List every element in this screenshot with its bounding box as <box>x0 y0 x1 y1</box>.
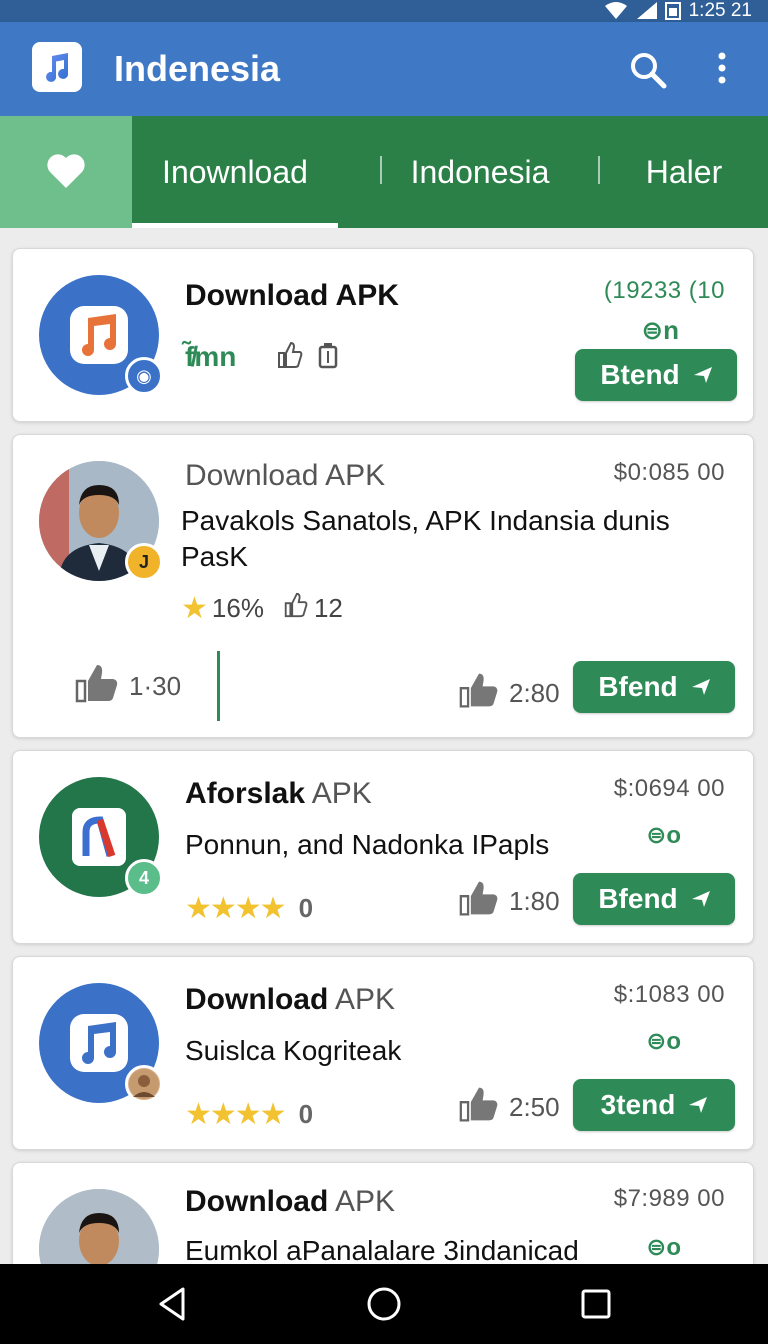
item-title: Download APK <box>185 459 386 492</box>
avatar-badge <box>125 1065 163 1103</box>
item-price: $7:989 00 <box>613 1185 725 1212</box>
item-description: Ponnun, and Nadonka IPapls <box>185 829 550 860</box>
tab-download[interactable]: Inownload <box>132 116 338 228</box>
tab-haler[interactable]: Haler <box>600 116 768 228</box>
app-title: Indenesia <box>114 48 281 89</box>
list-item[interactable]: 4 Aforslak APK $:0694 00 Ponnun, and Nad… <box>12 750 754 944</box>
trash-icon <box>317 341 339 374</box>
star-icon: ★ <box>181 592 208 625</box>
item-price: (19233 (10 <box>603 277 725 304</box>
rating-row: ★ 16% 12 <box>181 591 343 626</box>
divider <box>217 651 220 721</box>
music-note-icon[interactable] <box>32 42 82 92</box>
tab-favorites[interactable] <box>0 116 132 228</box>
avatar: J <box>39 461 163 581</box>
send-icon <box>689 1097 708 1113</box>
item-description: Eumkol aPanalalare 3indanicad <box>185 1235 579 1264</box>
rating-row: ★★★★ 0 <box>185 891 313 926</box>
send-button[interactable]: Btend <box>575 349 737 401</box>
thumbs-up-icon <box>459 879 499 924</box>
item-title: Download APK <box>185 279 399 312</box>
app-icon: ◉ <box>39 275 163 395</box>
like-stat[interactable]: 1·30 <box>75 663 181 710</box>
rating-value: 16% <box>211 593 264 623</box>
home-icon[interactable] <box>364 1284 404 1324</box>
send-icon <box>691 679 710 695</box>
star-rating: ★★★★ <box>185 1098 287 1131</box>
wifi-icon <box>604 2 627 20</box>
list-item[interactable]: Download APK $:1083 00 Suislca Kogriteak… <box>12 956 754 1150</box>
send-icon <box>691 891 710 907</box>
cart-icon: ⊜n <box>641 315 679 345</box>
item-icon-row: f̸̃mn <box>185 341 237 372</box>
send-button[interactable]: 3tend <box>573 1079 735 1131</box>
rating-count: 0 <box>298 893 314 923</box>
cart-icon: ⊜o <box>646 1028 681 1055</box>
status-bar: 1:25 21 <box>0 0 768 22</box>
avatar-badge: ◉ <box>125 357 163 395</box>
thumbs-up-icon <box>459 671 499 716</box>
like-stat[interactable]: 1:80 <box>459 879 560 924</box>
avatar-badge: J <box>125 543 163 581</box>
tab-bar: Inownload Indonesia Haler <box>0 116 768 228</box>
item-price: $:1083 00 <box>613 981 725 1008</box>
item-title: Download APK <box>185 1185 396 1218</box>
app-list: ◉ Download APK (19233 (10 f̸̃mn ⊜n Btend <box>0 228 768 1264</box>
search-icon[interactable] <box>628 50 668 90</box>
item-price: $0:085 00 <box>613 459 725 486</box>
item-title: Download APK <box>185 983 396 1016</box>
recents-icon[interactable] <box>576 1284 616 1324</box>
item-description: Pavakols Sanatols, APK Indansia dunis Pa… <box>181 505 670 572</box>
thumbs-up-icon <box>75 663 119 710</box>
status-time: 1:25 21 <box>688 0 752 21</box>
app-bar: Indenesia <box>0 22 768 116</box>
battery-icon <box>664 2 681 20</box>
signal-icon <box>635 2 657 20</box>
tab-indonesia[interactable]: Indonesia <box>382 116 578 228</box>
rating-count: 0 <box>298 1099 314 1129</box>
system-nav-bar <box>0 1264 768 1344</box>
heart-icon <box>44 148 88 197</box>
avatar-badge: 4 <box>125 859 163 897</box>
item-description: Suislca Kogriteak <box>185 1035 402 1066</box>
thumbs-up-icon <box>275 341 303 374</box>
list-item[interactable]: J Download APK $0:085 00 Pavakols Sanato… <box>12 434 754 738</box>
item-title: Aforslak APK <box>185 777 372 810</box>
cart-icon: ⊜o <box>646 1234 681 1261</box>
thumbs-up-icon <box>459 1085 499 1130</box>
app-icon: 4 <box>39 777 163 897</box>
cart-icon: ⊜o <box>646 822 681 849</box>
like-stat[interactable]: 2:50 <box>459 1085 560 1130</box>
item-price: $:0694 00 <box>613 775 725 802</box>
rating-row: ★★★★ 0 <box>185 1097 313 1132</box>
list-item[interactable]: ◉ Download APK (19233 (10 f̸̃mn ⊜n Btend <box>12 248 754 422</box>
like-stat[interactable]: 2:80 <box>459 671 560 716</box>
avatar <box>39 1189 159 1264</box>
star-rating: ★★★★ <box>185 892 287 925</box>
send-button[interactable]: Bfend <box>573 661 735 713</box>
more-vert-icon[interactable] <box>710 48 734 88</box>
send-icon <box>693 367 712 383</box>
send-button[interactable]: Bfend <box>573 873 735 925</box>
rating-count: 12 <box>313 593 343 623</box>
back-icon[interactable] <box>152 1284 192 1324</box>
app-icon <box>39 983 163 1103</box>
thumbs-up-icon <box>282 592 308 625</box>
list-item[interactable]: Download APK $7:989 00 Eumkol aPanalalar… <box>12 1162 754 1264</box>
